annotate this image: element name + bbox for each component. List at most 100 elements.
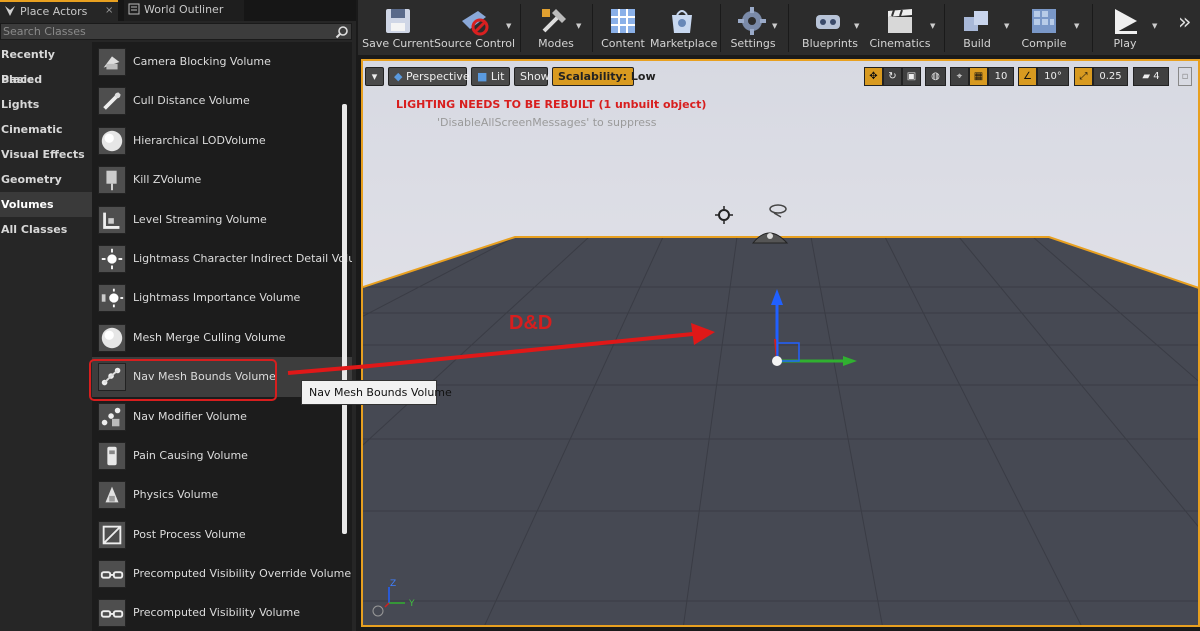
editor-root: { "tabs": { "place_actors": "Place Actor… bbox=[0, 0, 1200, 631]
category-recently-placed[interactable]: Recently Placed bbox=[0, 42, 92, 86]
category-all-classes[interactable]: All Classes bbox=[0, 217, 92, 242]
toolbar-overflow-icon[interactable]: » bbox=[1178, 10, 1191, 35]
modes-button[interactable]: Modes ▼ bbox=[528, 0, 584, 55]
chevron-down-icon[interactable]: ▼ bbox=[1004, 22, 1009, 30]
chevron-down-icon[interactable]: ▼ bbox=[576, 22, 581, 30]
save-current-button[interactable]: Save Current bbox=[362, 0, 434, 55]
surface-snap-icon[interactable]: ⌖ bbox=[950, 67, 969, 86]
list-item-label: Lightmass Character Indirect Detail Volu… bbox=[133, 251, 352, 265]
list-item[interactable]: Level Streaming Volume bbox=[92, 200, 352, 239]
save-current-label: Save Current bbox=[362, 37, 434, 50]
category-lights[interactable]: Lights bbox=[0, 92, 92, 117]
category-visual-effects[interactable]: Visual Effects bbox=[0, 142, 92, 167]
camera-speed-icon: ▰ bbox=[1142, 71, 1154, 82]
physics-volume-icon bbox=[98, 481, 126, 510]
lit-icon: ■ bbox=[477, 70, 491, 83]
search-icon[interactable] bbox=[335, 25, 349, 39]
list-item[interactable]: Physics Volume bbox=[92, 475, 352, 514]
cinematics-icon bbox=[888, 9, 912, 33]
list-item[interactable]: Pain Causing Volume bbox=[92, 436, 352, 475]
compile-icon bbox=[1032, 9, 1056, 33]
rotate-snap-icon[interactable]: ∠ bbox=[1018, 67, 1037, 86]
scale-snap-icon[interactable]: ⤢ bbox=[1074, 67, 1093, 86]
scale-mode-icon[interactable]: ▣ bbox=[902, 67, 921, 86]
category-cinematic[interactable]: Cinematic bbox=[0, 117, 92, 142]
level-viewport[interactable]: ▾ ◆ Perspective ■ Lit Show Scalability: … bbox=[361, 59, 1200, 627]
show-button[interactable]: Show bbox=[514, 67, 550, 86]
grid-snap-icon[interactable]: ▦ bbox=[969, 67, 988, 86]
close-tab-icon[interactable]: × bbox=[105, 5, 113, 16]
blueprints-button[interactable]: Blueprints ▼ bbox=[798, 0, 862, 55]
sphere-icon bbox=[98, 323, 126, 352]
scale-snap-value[interactable]: 0.25 bbox=[1093, 67, 1128, 86]
compile-label: Compile bbox=[1021, 37, 1067, 50]
build-button[interactable]: Build ▼ bbox=[954, 0, 1009, 55]
item-tooltip: Nav Mesh Bounds Volume bbox=[301, 380, 452, 405]
world-space-icon[interactable]: ◍ bbox=[925, 67, 946, 86]
rotate-snap-value[interactable]: 10° bbox=[1037, 67, 1069, 86]
panel-tab-bar: Place Actors × World Outliner bbox=[0, 0, 356, 21]
marketplace-button[interactable]: Marketplace bbox=[650, 0, 717, 55]
translate-mode-icon[interactable]: ✥ bbox=[864, 67, 883, 86]
list-item[interactable]: Mesh Merge Culling Volume bbox=[92, 318, 352, 357]
list-item-label: Camera Blocking Volume bbox=[133, 55, 271, 68]
tab-place-actors-label: Place Actors bbox=[20, 5, 88, 18]
source-control-button[interactable]: Source Control ▼ bbox=[434, 0, 516, 55]
cinematics-label: Cinematics bbox=[869, 37, 931, 50]
content-button[interactable]: Content bbox=[598, 0, 648, 55]
compile-button[interactable]: Compile ▼ bbox=[1018, 0, 1079, 55]
modes-label: Modes bbox=[538, 37, 574, 50]
list-item-label: Lightmass Importance Volume bbox=[133, 291, 301, 305]
maximize-viewport-icon[interactable]: ▫ bbox=[1178, 67, 1192, 86]
list-item[interactable]: Cull Distance Volume bbox=[92, 81, 352, 120]
level-streaming-icon bbox=[98, 205, 126, 234]
tab-place-actors[interactable]: Place Actors × bbox=[0, 0, 118, 21]
list-item[interactable]: Lightmass Character Indirect Detail Volu… bbox=[92, 239, 352, 278]
camera-speed-button[interactable]: ▰ 4 bbox=[1133, 67, 1169, 86]
category-geometry[interactable]: Geometry bbox=[0, 167, 92, 192]
perspective-button[interactable]: ◆ Perspective bbox=[388, 67, 470, 86]
category-basic[interactable]: Basic bbox=[0, 67, 92, 92]
chevron-down-icon[interactable]: ▼ bbox=[854, 22, 859, 30]
camera-speed-value: 4 bbox=[1153, 71, 1160, 82]
scalability-button[interactable]: Scalability: Low bbox=[552, 67, 656, 86]
cinematics-button[interactable]: Cinematics ▼ bbox=[866, 0, 935, 55]
content-icon bbox=[611, 9, 635, 33]
post-process-icon bbox=[98, 520, 126, 549]
settings-label: Settings bbox=[730, 37, 776, 50]
list-item[interactable]: Precomputed Visibility Volume bbox=[92, 593, 352, 631]
chevron-down-icon[interactable]: ▼ bbox=[1152, 22, 1157, 30]
rotate-mode-icon[interactable]: ↻ bbox=[883, 67, 902, 86]
list-scrollbar[interactable] bbox=[342, 104, 347, 534]
toolbar-divider bbox=[720, 4, 721, 52]
kill-z-icon bbox=[98, 166, 126, 195]
grid-snap-value[interactable]: 10 bbox=[988, 67, 1014, 86]
tab-world-outliner[interactable]: World Outliner bbox=[124, 0, 244, 21]
modes-icon bbox=[542, 9, 566, 33]
build-label: Build bbox=[963, 37, 991, 50]
category-volumes[interactable]: Volumes bbox=[0, 192, 92, 217]
play-label: Play bbox=[1113, 37, 1137, 50]
list-item[interactable]: Precomputed Visibility Override Volume bbox=[92, 554, 352, 593]
drag-arrow-tail bbox=[287, 364, 370, 375]
list-item[interactable]: Post Process Volume bbox=[92, 515, 352, 554]
lit-button[interactable]: ■ Lit bbox=[471, 67, 510, 86]
list-item[interactable]: Hierarchical LODVolume bbox=[92, 121, 352, 160]
chevron-down-icon[interactable]: ▼ bbox=[1074, 22, 1079, 30]
list-item[interactable]: Kill ZVolume bbox=[92, 160, 352, 199]
chevron-down-icon[interactable]: ▼ bbox=[930, 22, 935, 30]
list-item-label: Post Process Volume bbox=[133, 527, 246, 541]
pain-volume-icon bbox=[98, 441, 126, 470]
viewport-options-dropdown[interactable]: ▾ bbox=[365, 67, 384, 86]
chevron-down-icon[interactable]: ▼ bbox=[506, 22, 511, 30]
cull-volume-icon bbox=[98, 87, 126, 116]
play-button[interactable]: Play ▼ bbox=[1100, 0, 1157, 55]
list-item[interactable]: Lightmass Importance Volume bbox=[92, 278, 352, 317]
list-item-label: Hierarchical LODVolume bbox=[133, 133, 266, 147]
search-input[interactable] bbox=[1, 24, 331, 39]
chevron-down-icon[interactable]: ▼ bbox=[772, 22, 777, 30]
source-control-label: Source Control bbox=[434, 37, 516, 50]
list-item[interactable]: Camera Blocking Volume bbox=[92, 42, 352, 81]
lighting-warning-hint: 'DisableAllScreenMessages' to suppress bbox=[437, 116, 657, 129]
settings-button[interactable]: Settings ▼ bbox=[728, 0, 778, 55]
